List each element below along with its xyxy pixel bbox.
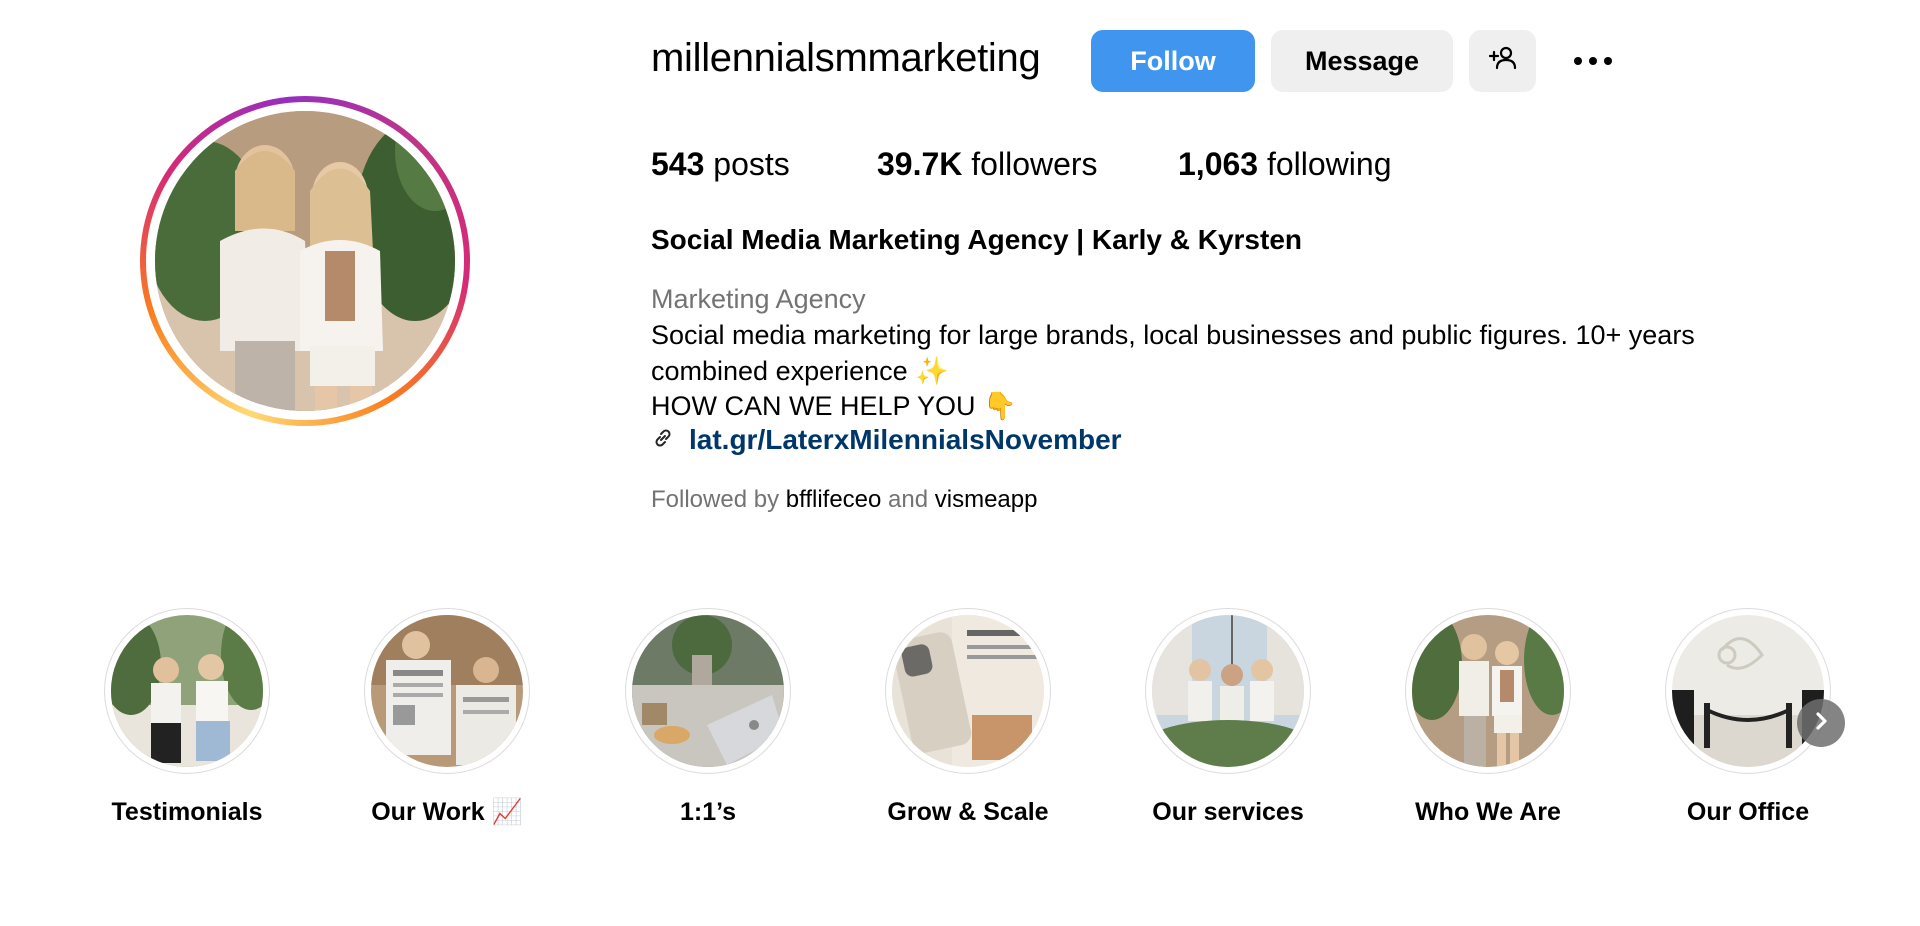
more-horizontal-icon-dot [1589,57,1597,65]
highlight-cover [111,615,263,767]
posts-count: 543 [651,146,705,182]
following-stat[interactable]: 1,063 following [1178,146,1391,183]
highlight-label: 1:1’s [679,798,737,826]
highlight-cover [892,615,1044,767]
follow-button[interactable]: Follow [1091,30,1255,92]
more-horizontal-icon [1574,57,1582,65]
followers-label: followers [971,146,1098,182]
bio-line: HOW CAN WE HELP YOU 👇 [651,391,1017,421]
link-icon [651,426,675,455]
posts-stat: 543 posts [651,146,790,183]
bio-line: combined experience ✨ [651,356,949,386]
followed-by-user[interactable]: bfflifeceo [786,486,882,513]
highlight-who-we-are[interactable]: Who We Are [1388,608,1588,827]
highlight-label: Testimonials [111,798,263,826]
highlight-ring [1665,608,1831,774]
highlight-label: Who We Are [1415,798,1561,826]
highlight-ring [364,608,530,774]
bio-link-row: lat.gr/LaterxMilennialsNovember [651,424,1122,456]
suggested-accounts-button[interactable] [1469,30,1536,92]
followers-stat[interactable]: 39.7K followers [877,146,1098,183]
bio-line: Social media marketing for large brands,… [651,320,1695,350]
followers-count: 39.7K [877,146,963,182]
more-horizontal-icon-dot [1604,57,1612,65]
highlights-next-button[interactable] [1797,699,1845,747]
highlight-cover [632,615,784,767]
highlight-ring [104,608,270,774]
highlight-label: Grow & Scale [887,798,1049,826]
following-label: following [1266,146,1392,182]
highlight-label: Our Office [1686,798,1810,826]
followed-by-conj: and [888,486,929,513]
bio-external-link[interactable]: lat.gr/LaterxMilennialsNovember [689,424,1122,456]
followed-by-user[interactable]: vismeapp [935,486,1038,513]
highlight-label: Our Work 📈 [371,798,523,826]
highlight-ring [1405,608,1571,774]
highlight-label: Our services [1152,798,1304,826]
highlight-our-work[interactable]: Our Work 📈 [347,608,547,827]
highlight-ring [625,608,791,774]
posts-label: posts [713,146,790,182]
highlight-cover [1152,615,1304,767]
profile-avatar [155,111,455,411]
highlight-our-services[interactable]: Our services [1128,608,1328,827]
avatar-gap [146,102,464,420]
person-add-icon [1488,43,1518,80]
chevron-right-icon [1810,710,1832,737]
more-options-button[interactable] [1568,44,1618,78]
highlight-cover [371,615,523,767]
profile-category: Marketing Agency [651,284,866,314]
profile-avatar-story-ring[interactable] [140,96,470,426]
following-count: 1,063 [1178,146,1259,182]
highlight-ring [885,608,1051,774]
highlight-cover [1672,615,1824,767]
highlight-cover [1412,615,1564,767]
highlight-one-on-ones[interactable]: 1:1’s [608,608,808,827]
followed-by-text[interactable]: Followed by bfflifeceo and vismeapp [651,486,1037,514]
profile-username: millennialsmmarketing [651,36,1041,80]
message-button[interactable]: Message [1271,30,1453,92]
profile-full-name: Social Media Marketing Agency | Karly & … [651,224,1302,255]
highlight-testimonials[interactable]: Testimonials [87,608,287,827]
followed-by-prefix: Followed by [651,486,780,513]
highlight-grow-scale[interactable]: Grow & Scale [868,608,1068,827]
highlight-ring [1145,608,1311,774]
